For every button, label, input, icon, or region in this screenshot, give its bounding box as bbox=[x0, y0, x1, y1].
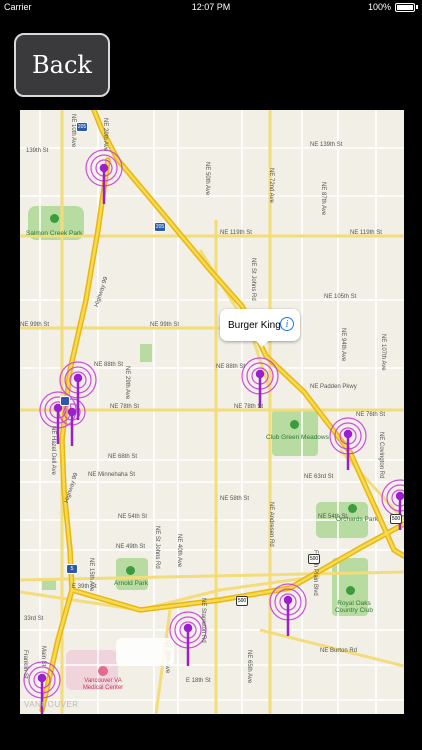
street-label: NE 72nd Ave bbox=[268, 168, 274, 203]
street-label: 139th St bbox=[26, 148, 49, 154]
street-label: NE 107th Ave bbox=[380, 334, 386, 371]
street-label: NE 94th Ave bbox=[340, 328, 346, 362]
map-pin[interactable] bbox=[36, 674, 48, 714]
street-label: NE 99th St bbox=[150, 322, 180, 328]
street-label: NE 68th St bbox=[108, 454, 138, 460]
map-pin[interactable] bbox=[282, 596, 294, 638]
street-label: NE Padden Pkwy bbox=[310, 384, 357, 390]
street-label: NE 49th St bbox=[116, 544, 146, 550]
park-label: Orchards Park bbox=[336, 516, 378, 523]
street-label: NE 78th St bbox=[110, 404, 140, 410]
street-label: NE 119th St bbox=[220, 230, 252, 236]
highway-shield-icon: 5 bbox=[66, 564, 78, 574]
info-icon[interactable]: i bbox=[280, 317, 294, 331]
map-pin[interactable] bbox=[342, 430, 354, 472]
back-button[interactable]: Back bbox=[14, 33, 110, 97]
park-icon bbox=[50, 214, 59, 223]
street-label: NE 119th St bbox=[350, 230, 382, 236]
street-label: NE 58th St bbox=[220, 496, 250, 502]
park-label: Salmon Creek Park bbox=[26, 230, 83, 237]
street-label: NE 29th Ave bbox=[124, 366, 130, 400]
hospital-icon bbox=[98, 666, 108, 676]
street-label: NE Andresen Rd bbox=[268, 502, 274, 547]
battery-indicator: 100% bbox=[368, 0, 418, 14]
highway-shield-icon: 205 bbox=[76, 122, 88, 132]
city-label: VANCOUVER bbox=[24, 700, 79, 709]
street-label: NE 20th Ave bbox=[102, 118, 108, 152]
map-pin[interactable] bbox=[182, 624, 194, 668]
status-bar: Carrier 12:07 PM 100% bbox=[0, 0, 422, 14]
street-label: NE 76th St bbox=[356, 412, 386, 418]
map-pin[interactable] bbox=[52, 404, 64, 446]
map-pin[interactable] bbox=[66, 408, 78, 448]
street-label: NE 99th St bbox=[20, 322, 50, 328]
street-label: NE 50th Ave bbox=[204, 162, 210, 196]
street-label: NE St Johns Rd bbox=[250, 258, 256, 301]
status-time: 12:07 PM bbox=[191, 2, 231, 12]
street-label: NE 139th St bbox=[310, 142, 343, 148]
route-shield-icon: 500 bbox=[308, 554, 320, 564]
street-label: NE 40th Ave bbox=[176, 534, 182, 568]
hospital-label: Vancouver VA Medical Center bbox=[82, 678, 124, 691]
street-label: NE 15th Ave bbox=[88, 558, 94, 592]
callout-title: Burger King bbox=[228, 319, 281, 331]
battery-icon bbox=[395, 2, 415, 12]
park-label: Royal Oaks Country Club bbox=[335, 600, 373, 614]
street-label: NE 87th Ave bbox=[320, 182, 326, 216]
park-icon bbox=[126, 566, 135, 575]
route-shield-icon: 500 bbox=[236, 596, 248, 606]
street-label: NE 105th St bbox=[324, 294, 357, 300]
park-label: Arnold Park bbox=[114, 580, 148, 587]
street-label: Main St bbox=[40, 646, 46, 667]
street-label: NE 10th Ave bbox=[70, 114, 76, 148]
battery-percent: 100% bbox=[367, 2, 391, 12]
street-label: NE 88th St bbox=[216, 364, 246, 370]
street-label: NE Stapleton Rd bbox=[200, 598, 206, 643]
street-label: NE Covington Rd bbox=[378, 432, 384, 479]
map-view[interactable]: NE 139th St 139th St NE 119th St NE 119t… bbox=[20, 110, 404, 714]
street-label: Franklin St bbox=[22, 650, 28, 679]
park-icon bbox=[346, 586, 355, 595]
map-callout[interactable]: Burger King i bbox=[220, 309, 300, 347]
map-pin[interactable] bbox=[392, 492, 404, 532]
street-label: NE Minnehaha St bbox=[88, 472, 136, 478]
faded-callout bbox=[116, 638, 174, 666]
street-label: NE 88th St bbox=[94, 362, 124, 368]
street-label: NE 63rd St bbox=[304, 474, 334, 480]
street-label: NE St Johns Rd bbox=[154, 526, 160, 569]
street-label: NE 54th St bbox=[118, 514, 148, 520]
highway-shield-icon: 205 bbox=[154, 222, 166, 232]
street-label: 33rd St bbox=[24, 616, 44, 622]
street-label: NE 65th Ave bbox=[246, 650, 252, 684]
street-label: NE Burton Rd bbox=[320, 648, 358, 654]
park-icon bbox=[348, 504, 357, 513]
park-label: Club Green Meadows bbox=[266, 434, 329, 441]
map-pin[interactable] bbox=[254, 370, 266, 410]
street-label: E 18th St bbox=[186, 678, 211, 684]
park-icon bbox=[290, 420, 299, 429]
map-pin[interactable] bbox=[98, 164, 110, 206]
hospital-poi: Vancouver VA Medical Center bbox=[80, 666, 126, 692]
